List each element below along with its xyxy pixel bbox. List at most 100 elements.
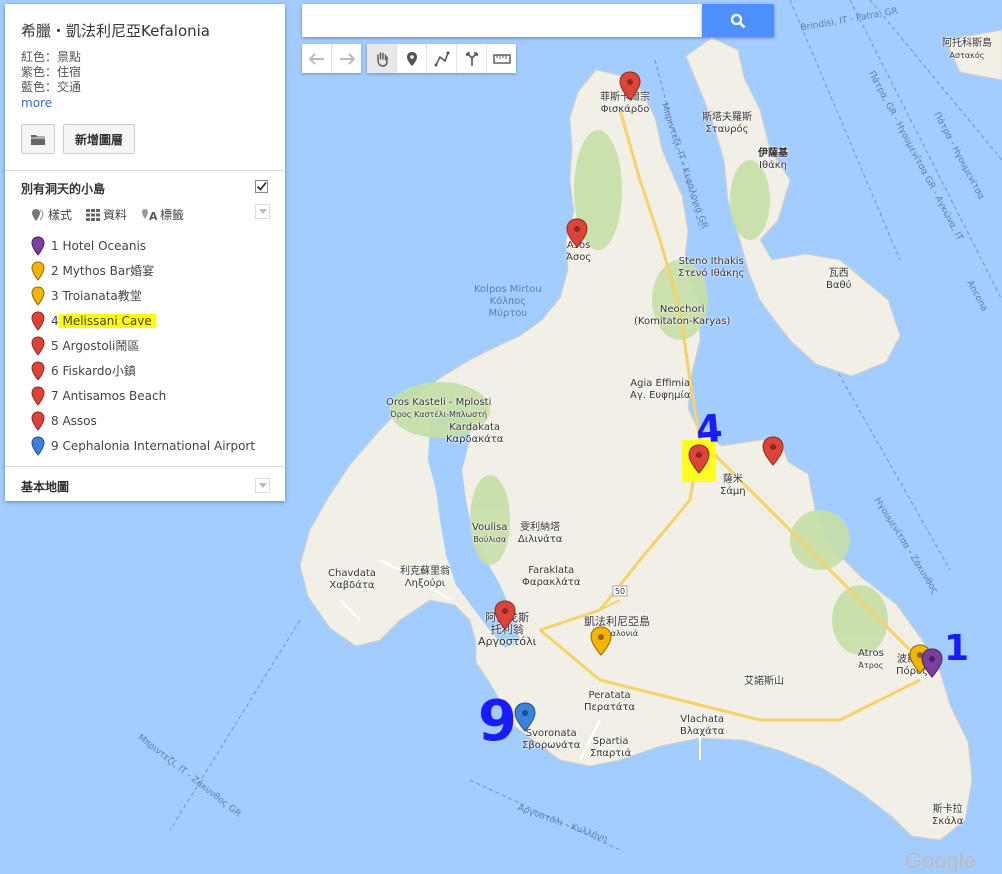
add-marker-button[interactable] xyxy=(397,44,427,73)
item-number: 3 xyxy=(51,288,59,303)
style-icon xyxy=(32,208,44,221)
layer-title[interactable]: 別有洞天的小島 xyxy=(21,180,105,197)
blue-pin-icon xyxy=(31,435,45,456)
label-farakla: Faraklata Φαρακλάτα xyxy=(522,565,581,588)
list-item-9[interactable]: 9 Cephalonia International Airport xyxy=(31,433,255,458)
layers-panel: 希臘・凱法利尼亞Kefalonia 紅色：景點 紫色：住宿 藍色：交通 more… xyxy=(5,4,285,501)
label-ithaca: 伊薩基 Ιθάκη xyxy=(758,148,788,171)
label-chavdata: Chavdata Χαβδάτα xyxy=(328,568,376,591)
red-pin-icon xyxy=(31,385,45,406)
data-label: 資料 xyxy=(103,208,128,222)
label-vathy: 瓦西 Βαθύ xyxy=(826,268,852,291)
item-number: 1 xyxy=(51,238,59,253)
pan-button[interactable] xyxy=(367,44,397,73)
list-item-6[interactable]: 6 Fiskardo小鎮 xyxy=(31,358,255,383)
label-neochori: Neochori (Komitaton-Karyas) xyxy=(634,304,731,327)
redo-icon xyxy=(339,52,355,65)
directions-button[interactable] xyxy=(457,44,487,73)
orange-pin-icon xyxy=(31,260,45,281)
label-spartia: Spartia Σπαρτιά xyxy=(590,736,632,759)
label-steno: Steno Ithakis Στενό Ιθάκης xyxy=(678,256,745,279)
layer-tools: 樣式 資料 A 標籤 xyxy=(31,206,184,223)
redo-button[interactable] xyxy=(332,44,361,73)
red-pin-icon xyxy=(31,360,45,381)
more-link[interactable]: more xyxy=(21,96,52,110)
list-item-2[interactable]: 2 Mythos Bar婚宴 xyxy=(31,258,255,283)
data-tool[interactable]: 資料 xyxy=(86,206,127,223)
list-item-1[interactable]: 1 Hotel Oceanis xyxy=(31,233,255,258)
item-number: 5 xyxy=(51,338,59,353)
list-item-3[interactable]: 3 Troianata教堂 xyxy=(31,283,255,308)
base-map-options-button[interactable] xyxy=(255,478,270,493)
orange-pin-icon xyxy=(31,285,45,306)
base-map-title[interactable]: 基本地圖 xyxy=(21,478,69,495)
label-vlachata: Vlachata Βλαχάτα xyxy=(680,714,725,737)
list-item-8[interactable]: 8 Assos xyxy=(31,408,255,433)
item-number: 8 xyxy=(51,413,59,428)
label-stavros: 斯塔夫羅斯 Σταυρός xyxy=(702,112,752,135)
red-pin-icon xyxy=(31,310,45,331)
purple-pin-icon xyxy=(31,235,45,256)
list-item-4[interactable]: 4 Melissani Cave xyxy=(31,308,255,333)
measure-button[interactable] xyxy=(487,44,516,73)
kefalonia-island xyxy=(299,69,973,841)
item-label: Melissani Cave xyxy=(58,313,156,328)
item-number: 2 xyxy=(51,263,59,278)
marker-icon xyxy=(406,51,417,66)
marker-assos[interactable] xyxy=(566,218,588,248)
item-number: 9 xyxy=(51,438,59,453)
label-atros: Atros Άτρος xyxy=(858,648,884,670)
layer-options-button[interactable] xyxy=(255,204,270,219)
search-button[interactable] xyxy=(702,4,774,37)
folder-icon xyxy=(31,134,45,145)
search-input[interactable] xyxy=(302,4,702,37)
label-dilinata: 雯利納塔 Διλινάτα xyxy=(518,522,563,545)
label-sami: 薩米 Σάμη xyxy=(720,474,746,497)
labels-label: 標籤 xyxy=(160,208,185,222)
marker-antisamos[interactable] xyxy=(762,436,784,466)
marker-melissani[interactable] xyxy=(688,444,710,474)
label-astakos: 阿托科斯島 Αστακός xyxy=(942,38,992,60)
label-oros: Oros Kasteli - Mplosti Όρος Καστέλι-Μπλωσ… xyxy=(386,397,492,419)
search-icon xyxy=(730,13,746,28)
map-title[interactable]: 希臘・凱法利尼亞Kefalonia xyxy=(21,20,210,41)
style-tool[interactable]: 樣式 xyxy=(31,206,72,223)
marker-airport[interactable] xyxy=(514,702,536,732)
add-layer-button[interactable]: 新增圖層 xyxy=(63,124,135,154)
item-label: Hotel Oceanis xyxy=(62,238,147,253)
hand-icon xyxy=(376,51,388,67)
google-watermark: Google xyxy=(905,848,976,873)
item-label: Assos xyxy=(62,413,97,428)
list-item-5[interactable]: 5 Argostoli鬧區 xyxy=(31,333,255,358)
label-voulisa: Voulisa Βούλισα xyxy=(472,522,508,544)
label-icon: A xyxy=(142,208,157,222)
item-label: Mythos Bar婚宴 xyxy=(62,264,155,278)
layer-visibility-checkbox[interactable] xyxy=(255,180,268,193)
svg-text:A: A xyxy=(149,210,157,222)
red-pin-icon xyxy=(31,410,45,431)
map-toolbar xyxy=(302,44,522,73)
label-lixouri: 利克蘇里翁 Ληξούρι xyxy=(400,566,450,589)
annotation-1: 1 xyxy=(944,628,969,669)
label-skala: 斯卡拉 Σκάλα xyxy=(932,804,964,827)
ruler-icon xyxy=(492,53,511,64)
item-number: 4 xyxy=(51,313,59,328)
undo-button[interactable] xyxy=(302,44,332,73)
label-agia-effimia: Agia Effimia Αγ. Ευφημία xyxy=(630,378,691,401)
marker-hotel-oceanis[interactable] xyxy=(921,648,943,678)
marker-fiskardo[interactable] xyxy=(619,71,641,101)
marker-argostoli[interactable] xyxy=(494,600,516,630)
item-number: 6 xyxy=(51,363,59,378)
list-item-7[interactable]: 7 Antisamos Beach xyxy=(31,383,255,408)
import-button[interactable] xyxy=(21,124,55,154)
marker-troianata[interactable] xyxy=(590,626,612,656)
road-number: 50 xyxy=(615,587,625,596)
labels-tool[interactable]: A 標籤 xyxy=(141,206,184,223)
draw-line-button[interactable] xyxy=(427,44,457,73)
divider xyxy=(5,170,285,171)
chevron-down-icon xyxy=(258,483,267,488)
undo-icon xyxy=(308,52,324,65)
item-label: Fiskardo小鎮 xyxy=(62,364,136,378)
item-label: Antisamos Beach xyxy=(62,388,167,403)
annotation-9: 9 xyxy=(478,689,517,754)
